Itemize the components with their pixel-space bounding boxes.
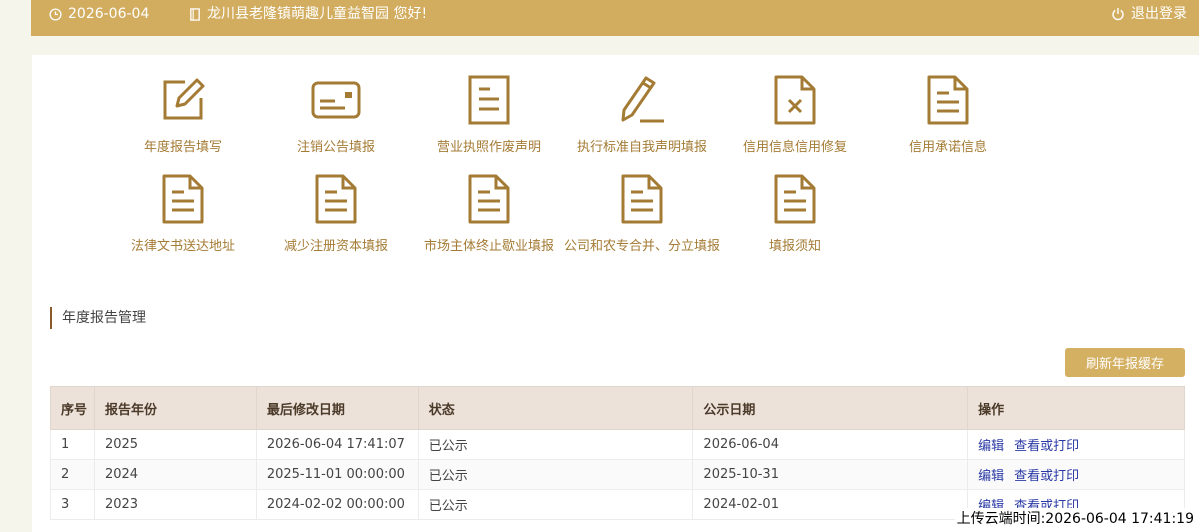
cell-modified: 2025-11-01 00:00:00 [255, 459, 419, 490]
view-print-link[interactable]: 查看或打印 [1014, 439, 1079, 454]
shortcut-license-void[interactable]: 营业执照作废声明 [409, 74, 569, 155]
shortcut-credit-repair[interactable]: 信用信息信用修复 [715, 74, 875, 155]
power-icon [1112, 8, 1124, 21]
cell-publish: 2025-10-31 [692, 459, 969, 490]
table-header-row: 序号 报告年份 最后修改日期 状态 公示日期 操作 [50, 386, 1185, 430]
shortcut-label: 信用承诺信息 [908, 140, 987, 155]
card-icon [311, 81, 361, 119]
shortcut-label: 市场主体终止歇业填报 [423, 239, 554, 254]
shortcut-standard-declaration[interactable]: 执行标准自我声明填报 [562, 74, 722, 155]
shortcut-label: 营业执照作废声明 [436, 140, 541, 155]
shortcut-label: 法律文书送达地址 [130, 239, 235, 254]
document-icon [927, 75, 969, 125]
shortcut-merger-split[interactable]: 公司和农专合并、分立填报 [562, 173, 722, 254]
column-header-no: 序号 [50, 386, 95, 430]
cell-publish: 2024-02-01 [692, 489, 969, 520]
edit-link[interactable]: 编辑 [978, 439, 1004, 454]
shortcut-legal-address[interactable]: 法律文书送达地址 [103, 173, 263, 254]
cell-year: 2025 [93, 429, 257, 460]
document-icon [468, 174, 510, 224]
document-icon [621, 174, 663, 224]
column-header-year: 报告年份 [93, 386, 257, 430]
shortcut-label: 信用信息信用修复 [742, 140, 847, 155]
column-header-publish: 公示日期 [692, 386, 969, 430]
shortcut-label: 注销公告填报 [296, 140, 375, 155]
document-x-icon [774, 75, 816, 125]
cell-no: 1 [50, 429, 95, 460]
cell-modified: 2024-02-02 00:00:00 [255, 489, 419, 520]
cell-publish: 2026-06-04 [692, 429, 969, 460]
shortcut-label: 年度报告填写 [143, 140, 222, 155]
column-header-modified: 最后修改日期 [255, 386, 419, 430]
shortcut-business-termination[interactable]: 市场主体终止歇业填报 [409, 173, 569, 254]
top-bar: 2026-06-04 龙川县老隆镇萌趣儿童益智园 您好! 退出登录 [31, 0, 1199, 36]
document-icon [468, 75, 510, 125]
shortcut-filing-notice[interactable]: 填报须知 [715, 173, 875, 254]
shortcut-label: 公司和农专合并、分立填报 [563, 239, 720, 254]
cell-modified: 2026-06-04 17:41:07 [255, 429, 419, 460]
table-row: 2 2024 2025-11-01 00:00:00 已公示 2025-10-3… [50, 459, 1185, 490]
welcome-message: 龙川县老隆镇萌趣儿童益智园 您好! [189, 0, 427, 28]
cell-year: 2024 [93, 459, 257, 490]
shortcut-label: 减少注册资本填报 [283, 239, 388, 254]
section-title: 年度报告管理 [50, 307, 146, 329]
shortcut-capital-reduction[interactable]: 减少注册资本填报 [256, 173, 416, 254]
document-icon [774, 174, 816, 224]
cell-status: 已公示 [417, 459, 694, 490]
cell-status: 已公示 [417, 489, 694, 520]
cell-actions: 编辑 查看或打印 [967, 459, 1185, 490]
column-header-status: 状态 [417, 386, 694, 430]
annual-report-table: 序号 报告年份 最后修改日期 状态 公示日期 操作 1 2025 2026-06… [50, 386, 1185, 520]
logout-button[interactable]: 退出登录 [1111, 0, 1187, 28]
edit-icon [163, 78, 205, 120]
shortcut-label: 填报须知 [768, 239, 821, 254]
cell-year: 2023 [93, 489, 257, 520]
cell-no: 2 [50, 459, 95, 490]
shortcut-annual-report[interactable]: 年度报告填写 [103, 74, 263, 155]
clock-icon [49, 7, 62, 21]
date-text: 2026-06-04 [68, 6, 150, 22]
date-display: 2026-06-04 [49, 0, 149, 28]
cell-no: 3 [50, 489, 95, 520]
view-print-link[interactable]: 查看或打印 [1014, 469, 1079, 484]
cell-status: 已公示 [417, 429, 694, 460]
document-icon [162, 174, 204, 224]
welcome-text: 龙川县老隆镇萌趣儿童益智园 您好! [207, 6, 428, 22]
table-row: 1 2025 2026-06-04 17:41:07 已公示 2026-06-0… [50, 429, 1185, 460]
main-panel: 年度报告填写 注销公告填报 营业执照作废声明 执行标准自我声明填报 信用信息信用… [32, 55, 1199, 532]
pen-icon [621, 76, 664, 123]
edit-link[interactable]: 编辑 [978, 469, 1004, 484]
refresh-cache-button[interactable]: 刷新年报缓存 [1065, 348, 1185, 377]
book-icon [190, 7, 200, 21]
upload-time-label: 上传云端时间:2026-06-04 17:41:19 [954, 508, 1196, 528]
document-icon [315, 174, 357, 224]
column-header-actions: 操作 [967, 386, 1185, 430]
shortcut-label: 执行标准自我声明填报 [576, 140, 707, 155]
shortcut-cancel-notice[interactable]: 注销公告填报 [256, 74, 416, 155]
cell-actions: 编辑 查看或打印 [967, 429, 1185, 460]
shortcut-credit-commitment[interactable]: 信用承诺信息 [868, 74, 1028, 155]
logout-label: 退出登录 [1131, 6, 1187, 22]
